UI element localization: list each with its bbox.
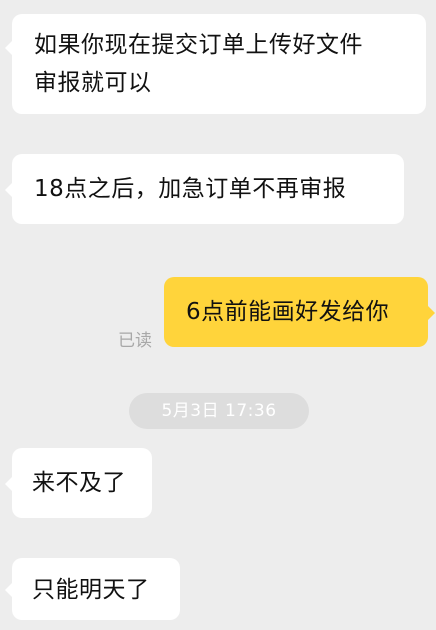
timestamp-divider: 5月3日 17:36 bbox=[129, 393, 309, 429]
message-text: 审报就可以 bbox=[34, 70, 152, 96]
message-text: 只能明天了 bbox=[32, 577, 150, 603]
read-status: 已读 bbox=[118, 331, 152, 351]
message-text: 18点之后，加急订单不再审报 bbox=[34, 176, 347, 202]
bubble-tail bbox=[5, 582, 13, 598]
bubble-tail bbox=[5, 476, 13, 492]
message-text: 来不及了 bbox=[32, 470, 126, 496]
message-bubble-incoming[interactable]: 如果你现在提交订单上传好文件 审报就可以 bbox=[5, 14, 426, 114]
bubble-tail bbox=[5, 40, 13, 56]
message-text: 6点前能画好发给你 bbox=[186, 299, 390, 325]
message-bubble-incoming[interactable]: 18点之后，加急订单不再审报 bbox=[5, 154, 404, 224]
message-bubble-incoming[interactable]: 只能明天了 bbox=[5, 558, 180, 620]
bubble-tail bbox=[5, 182, 13, 198]
message-bubble-incoming[interactable]: 来不及了 bbox=[5, 448, 152, 518]
bubble-tail bbox=[427, 305, 435, 321]
message-bubble-outgoing[interactable]: 6点前能画好发给你 bbox=[164, 277, 435, 347]
message-text: 如果你现在提交订单上传好文件 bbox=[34, 32, 363, 58]
